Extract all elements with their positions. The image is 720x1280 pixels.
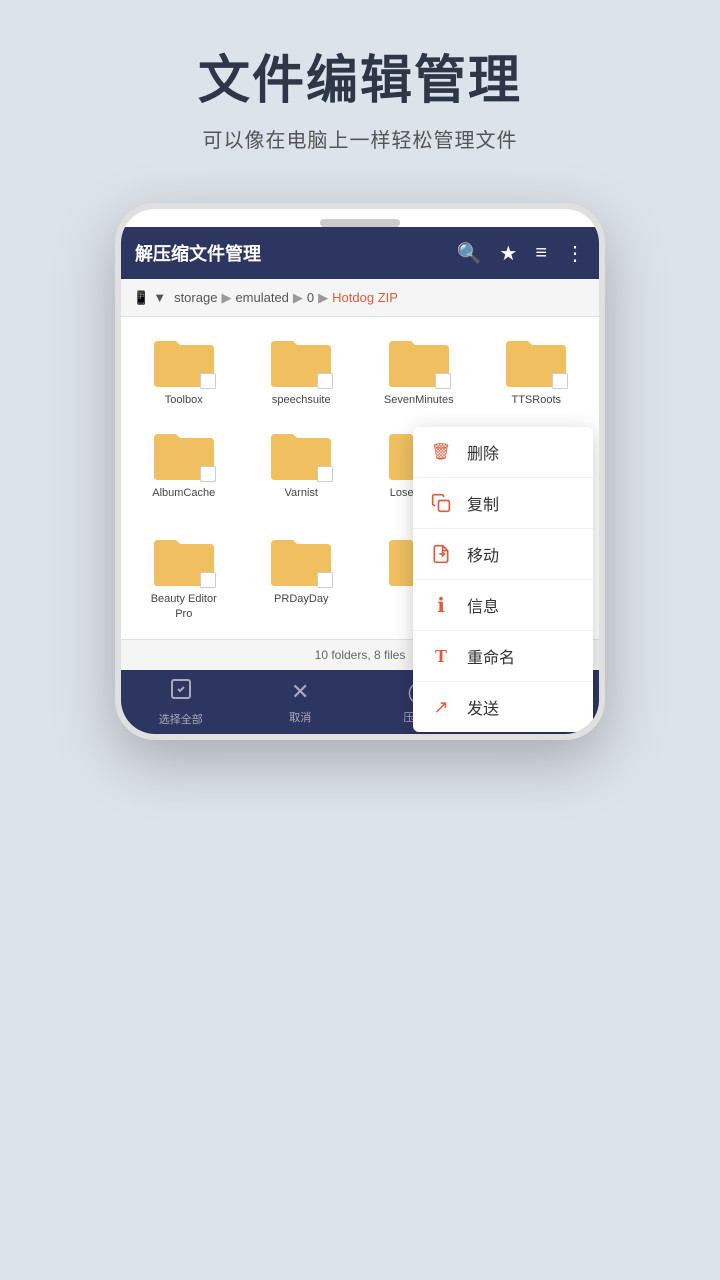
folder-checkbox[interactable] — [435, 373, 451, 389]
file-label: Varnist — [285, 486, 318, 500]
search-icon[interactable]: 🔍 — [456, 241, 481, 266]
phone-frame: 解压缩文件管理 🔍 ★ ≡ ⋮ 📱 ▼ storage ▶ emulated ▶… — [115, 203, 605, 739]
menu-item-delete[interactable]: 🗑 删除 — [413, 427, 593, 478]
breadcrumb-emulated: emulated — [235, 290, 288, 305]
breadcrumb-0: 0 — [307, 290, 314, 305]
menu-item-copy[interactable]: 复制 — [413, 478, 593, 529]
file-label: AlbumCache — [152, 486, 215, 500]
rename-icon: T — [429, 644, 453, 668]
folder-checkbox[interactable] — [317, 373, 333, 389]
app-header: 解压缩文件管理 🔍 ★ ≡ ⋮ — [121, 227, 599, 279]
phone-mockup: 解压缩文件管理 🔍 ★ ≡ ⋮ 📱 ▼ storage ▶ emulated ▶… — [0, 203, 720, 739]
phone-notch — [320, 219, 400, 227]
folder-checkbox[interactable] — [552, 373, 568, 389]
list-item[interactable]: SevenMinutes — [362, 327, 476, 415]
file-label: TTSRoots — [511, 393, 561, 407]
file-label: PRDayDay — [274, 592, 328, 606]
folder-checkbox[interactable] — [200, 373, 216, 389]
hero-subtitle: 可以像在电脑上一样轻松管理文件 — [40, 124, 680, 153]
menu-lines-icon[interactable]: ≡ — [535, 242, 547, 265]
header-icons: 🔍 ★ ≡ ⋮ — [456, 241, 585, 266]
sep3: ▶ — [318, 290, 328, 306]
sep1: ▶ — [221, 290, 231, 306]
move-icon — [429, 542, 453, 566]
list-item[interactable]: AlbumCache — [127, 420, 241, 523]
menu-label-move: 移动 — [467, 542, 499, 566]
menu-label-send: 发送 — [467, 695, 499, 719]
menu-label-delete: 删除 — [467, 440, 499, 464]
device-dropdown-icon: ▼ — [153, 290, 166, 305]
file-count: 10 folders, 8 files — [315, 648, 406, 662]
list-item[interactable]: TTSRoots — [480, 327, 594, 415]
breadcrumb-device[interactable]: 📱 ▼ — [133, 290, 166, 306]
menu-item-move[interactable]: 移动 — [413, 529, 593, 580]
delete-icon: 🗑 — [429, 440, 453, 464]
file-label: speechsuite — [272, 393, 331, 407]
list-item[interactable]: Beauty Editor Pro — [127, 526, 241, 629]
folder-checkbox[interactable] — [317, 572, 333, 588]
list-item[interactable]: Toolbox — [127, 327, 241, 415]
more-icon[interactable]: ⋮ — [565, 241, 585, 266]
breadcrumb-current: Hotdog ZIP — [332, 290, 398, 305]
select-all-icon — [169, 677, 193, 707]
menu-label-copy: 复制 — [467, 491, 499, 515]
star-icon[interactable]: ★ — [499, 241, 517, 266]
menu-item-rename[interactable]: T 重命名 — [413, 631, 593, 682]
list-item[interactable]: PRDayDay — [245, 526, 359, 629]
info-icon: ℹ — [429, 593, 453, 617]
hero-title: 文件编辑管理 — [40, 50, 680, 112]
breadcrumb-path: storage ▶ emulated ▶ 0 ▶ Hotdog ZIP — [174, 290, 398, 306]
sep2: ▶ — [293, 290, 303, 306]
send-icon: ↗ — [429, 695, 453, 719]
file-label: Toolbox — [165, 393, 203, 407]
menu-label-rename: 重命名 — [467, 644, 515, 668]
folder-checkbox[interactable] — [200, 466, 216, 482]
menu-item-send[interactable]: ↗ 发送 — [413, 682, 593, 732]
list-item[interactable]: Varnist — [245, 420, 359, 523]
device-icon: 📱 — [133, 290, 149, 306]
file-label: Beauty Editor Pro — [148, 592, 220, 621]
folder-checkbox[interactable] — [317, 466, 333, 482]
app-header-title: 解压缩文件管理 — [135, 240, 456, 266]
file-label: SevenMinutes — [384, 393, 454, 407]
menu-item-info[interactable]: ℹ 信息 — [413, 580, 593, 631]
folder-checkbox[interactable] — [200, 572, 216, 588]
list-item[interactable]: speechsuite — [245, 327, 359, 415]
hero-section: 文件编辑管理 可以像在电脑上一样轻松管理文件 — [0, 0, 720, 183]
cancel-icon: ✕ — [291, 679, 309, 705]
breadcrumb-storage: storage — [174, 290, 217, 305]
file-grid: Toolbox speechsuite — [121, 317, 599, 638]
nav-cancel[interactable]: ✕ 取消 — [241, 670, 361, 734]
context-menu: 🗑 删除 复制 — [413, 427, 593, 732]
copy-icon — [429, 491, 453, 515]
nav-cancel-label: 取消 — [289, 709, 311, 725]
nav-select-all-label: 选择全部 — [159, 711, 203, 727]
breadcrumb-bar: 📱 ▼ storage ▶ emulated ▶ 0 ▶ Hotdog ZIP — [121, 279, 599, 317]
menu-label-info: 信息 — [467, 593, 499, 617]
nav-select-all[interactable]: 选择全部 — [121, 670, 241, 734]
